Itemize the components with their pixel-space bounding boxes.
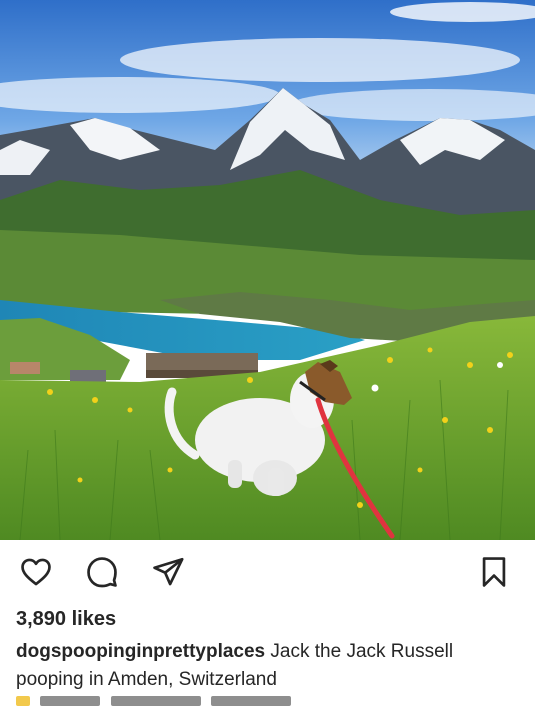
post-photo[interactable] xyxy=(0,0,535,540)
emoji-icon xyxy=(16,696,30,706)
truncated-comment-line xyxy=(16,692,316,706)
post-actions xyxy=(0,540,535,604)
caption-username[interactable]: dogspoopinginprettyplaces xyxy=(16,641,265,662)
comment-icon[interactable] xyxy=(84,554,120,590)
post-caption: dogspoopinginprettyplaces Jack the Jack … xyxy=(16,638,521,694)
share-icon[interactable] xyxy=(150,554,186,590)
heart-icon[interactable] xyxy=(18,554,54,590)
bookmark-icon[interactable] xyxy=(476,554,512,590)
likes-count[interactable]: 3,890 likes xyxy=(16,608,116,631)
